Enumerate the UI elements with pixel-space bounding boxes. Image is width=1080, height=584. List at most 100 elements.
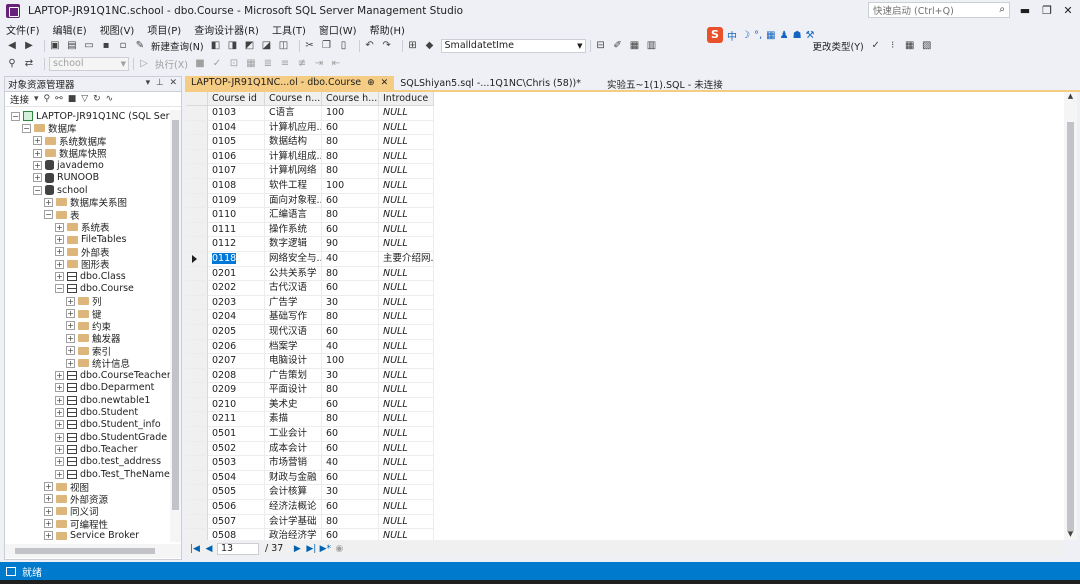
cell-course-hours[interactable]: 80	[322, 164, 379, 179]
tab-dbo-course[interactable]: LAPTOP-JR91Q1NC...ol - dbo.Course ⊕ ✕	[185, 76, 395, 91]
cell-introduce[interactable]: NULL	[379, 237, 434, 252]
expand-icon[interactable]: +	[44, 519, 53, 529]
comment-icon[interactable]: ≡	[279, 58, 291, 70]
estimated-plan-icon[interactable]: ⊡	[228, 58, 240, 70]
expand-icon[interactable]: +	[66, 358, 75, 368]
expand-icon[interactable]: +	[55, 420, 64, 430]
row-selector[interactable]	[186, 529, 208, 540]
cell-course-hours[interactable]: 60	[322, 281, 379, 296]
stop-icon[interactable]: ■	[194, 58, 206, 70]
close-icon[interactable]: ✕	[381, 78, 389, 88]
menu-window[interactable]: 窗口(W)	[319, 22, 357, 37]
menu-query-designer[interactable]: 查询设计器(R)	[194, 22, 259, 37]
expand-icon[interactable]: +	[55, 432, 64, 442]
expand-icon[interactable]: +	[55, 370, 64, 380]
cell-course-id[interactable]: 0105	[208, 135, 265, 150]
cell-course-id[interactable]: 0111	[208, 222, 265, 238]
expand-icon[interactable]: +	[33, 173, 42, 183]
cell-course-id[interactable]: 0501	[208, 427, 265, 442]
new-project-icon[interactable]: ▣	[49, 40, 61, 52]
table-row[interactable]: 0504 财政与金融 60 NULL	[186, 470, 434, 486]
expand-icon[interactable]: +	[33, 160, 42, 170]
collapse-icon[interactable]: −	[22, 123, 31, 133]
row-selector[interactable]	[186, 193, 208, 209]
cell-course-hours[interactable]: 80	[322, 412, 379, 428]
tab-shiyan-five[interactable]: 实验五~1(1).SQL - 未连接	[601, 76, 729, 91]
cell-introduce[interactable]: NULL	[379, 324, 434, 340]
menu-edit[interactable]: 编辑(E)	[53, 22, 87, 37]
tree-node[interactable]: + dbo.StudentGrade	[55, 431, 167, 443]
cell-course-id[interactable]: 0106	[208, 149, 265, 165]
tree-node[interactable]: + dbo.newtable1	[55, 394, 150, 406]
stop-record-icon[interactable]: ◉	[333, 543, 345, 555]
expand-icon[interactable]: +	[66, 346, 75, 356]
row-selector[interactable]	[186, 397, 208, 413]
close-button[interactable]: ✕	[1059, 3, 1077, 19]
cell-introduce[interactable]: NULL	[379, 456, 434, 471]
expand-icon[interactable]: +	[55, 383, 64, 393]
cell-course-name[interactable]: 平面设计	[265, 383, 322, 398]
row-selector[interactable]	[186, 266, 208, 282]
diagram-icon[interactable]: ⊟	[595, 40, 607, 52]
change-connection-icon[interactable]: ⇄	[23, 58, 35, 70]
minimize-button[interactable]: ▬	[1016, 3, 1034, 19]
outdent-icon[interactable]: ⇤	[330, 58, 342, 70]
database-select[interactable]: school ▼	[49, 56, 129, 71]
expand-icon[interactable]: +	[55, 407, 64, 417]
table-row[interactable]: 0507 会计学基础 80 NULL	[186, 514, 434, 530]
filter-icon[interactable]: ▽	[81, 94, 88, 104]
cell-introduce[interactable]: NULL	[379, 222, 434, 238]
table-row[interactable]: 0205 现代汉语 60 NULL	[186, 324, 434, 340]
tree-node[interactable]: + 触发器	[66, 332, 121, 345]
table-row[interactable]: 0109 面向对象程... 60 NULL	[186, 193, 434, 209]
cell-course-name[interactable]: 数据结构	[265, 135, 322, 150]
chevron-down-icon[interactable]: ▾	[34, 94, 39, 104]
row-selector[interactable]	[186, 281, 208, 296]
cell-course-id[interactable]: 0206	[208, 339, 265, 355]
cell-course-hours[interactable]: 80	[322, 514, 379, 530]
row-selector[interactable]	[186, 295, 208, 311]
row-selector[interactable]	[186, 383, 208, 398]
row-selector[interactable]	[186, 164, 208, 179]
cell-introduce[interactable]: NULL	[379, 485, 434, 501]
scrollbar-thumb[interactable]	[15, 548, 155, 554]
cell-introduce[interactable]: NULL	[379, 120, 434, 136]
connect-plug-icon[interactable]: ⚲	[44, 94, 51, 104]
tree-node[interactable]: + 视图	[44, 481, 89, 494]
collapse-icon[interactable]: −	[11, 111, 20, 121]
row-selector[interactable]	[186, 485, 208, 501]
cell-introduce[interactable]: NULL	[379, 178, 434, 194]
forward-icon[interactable]: ▶	[23, 40, 35, 52]
table-row[interactable]: 0503 市场营销 40 NULL	[186, 456, 434, 471]
cell-introduce[interactable]: NULL	[379, 193, 434, 209]
cell-course-hours[interactable]: 80	[322, 135, 379, 150]
cell-course-name[interactable]: 政治经济学	[265, 529, 322, 540]
row-selector[interactable]	[186, 500, 208, 515]
execute-icon[interactable]: ▷	[138, 58, 150, 70]
expand-icon[interactable]: +	[55, 272, 64, 282]
table-row[interactable]: 0502 成本会计 60 NULL	[186, 441, 434, 457]
cell-introduce[interactable]: NULL	[379, 500, 434, 515]
cell-course-hours[interactable]: 80	[322, 383, 379, 398]
tree-node[interactable]: + 约束	[66, 320, 111, 333]
disconnect-icon[interactable]: ⚯	[55, 94, 63, 104]
back-icon[interactable]: ◀	[6, 40, 18, 52]
row-selector[interactable]	[186, 339, 208, 355]
tree-node[interactable]: + 可编程性	[44, 518, 108, 531]
table-row[interactable]: 0111 操作系统 60 NULL	[186, 222, 434, 238]
cell-course-hours[interactable]: 30	[322, 485, 379, 501]
row-selector[interactable]	[186, 456, 208, 471]
cell-course-name[interactable]: 计算机组成...	[265, 149, 322, 165]
row-selector[interactable]	[186, 178, 208, 194]
new-file-icon[interactable]: ▤	[66, 40, 78, 52]
cell-course-name[interactable]: 素描	[265, 412, 322, 428]
cell-introduce[interactable]: NULL	[379, 339, 434, 355]
cell-course-name[interactable]: 经济法概论	[265, 500, 322, 515]
expand-icon[interactable]: +	[55, 259, 64, 269]
uncomment-icon[interactable]: ≢	[296, 58, 308, 70]
cell-course-hours[interactable]: 80	[322, 266, 379, 282]
row-selector[interactable]	[186, 120, 208, 136]
cell-course-id[interactable]: 0109	[208, 193, 265, 209]
tree-node[interactable]: + 系统表	[55, 221, 110, 234]
collapse-icon[interactable]: −	[44, 210, 53, 220]
